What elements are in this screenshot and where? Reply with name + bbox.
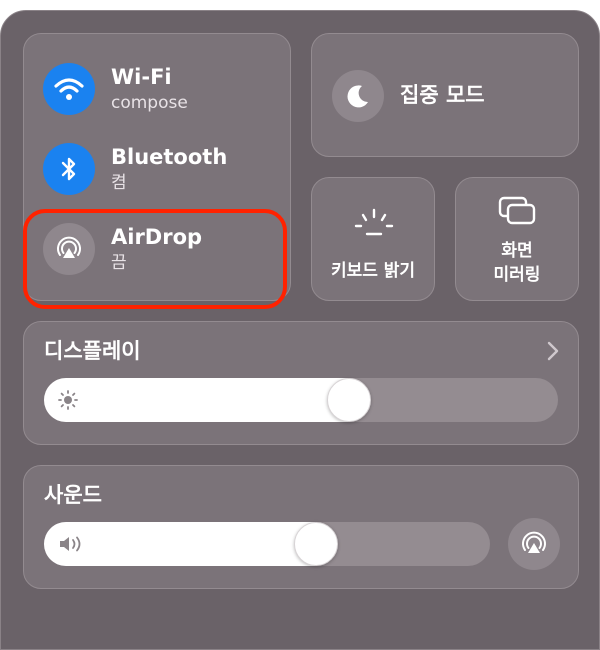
sound-tile: 사운드	[23, 465, 579, 589]
focus-label: 집중 모드	[400, 83, 485, 107]
screen-mirroring-label-2: 미러링	[493, 265, 541, 285]
bluetooth-status: 켬	[111, 173, 127, 193]
volume-slider[interactable]	[44, 522, 490, 566]
moon-icon	[332, 70, 384, 122]
keyboard-brightness-icon	[350, 208, 398, 242]
sound-title: 사운드	[44, 483, 102, 507]
display-brightness-fill	[44, 378, 348, 422]
airplay-audio-icon[interactable]	[508, 518, 560, 570]
screen-mirroring-tile[interactable]: 화면 미러링	[455, 177, 579, 301]
chevron-right-icon[interactable]	[546, 340, 560, 366]
display-brightness-slider[interactable]	[44, 378, 558, 422]
wifi-item[interactable]: Wi-Fi compose	[43, 63, 188, 115]
display-tile: 디스플레이	[23, 321, 579, 445]
bluetooth-title: Bluetooth	[111, 145, 228, 169]
wifi-icon[interactable]	[43, 63, 95, 115]
screen-mirroring-icon	[498, 196, 538, 232]
keyboard-brightness-tile[interactable]: 키보드 밝기	[311, 177, 435, 301]
speaker-icon	[58, 534, 86, 558]
volume-knob[interactable]	[294, 522, 338, 566]
wifi-status: compose	[111, 93, 188, 113]
focus-tile[interactable]: 집중 모드	[311, 33, 579, 157]
wifi-title: Wi-Fi	[111, 65, 172, 89]
bluetooth-item[interactable]: Bluetooth 켬	[43, 143, 227, 195]
bluetooth-icon[interactable]	[43, 143, 95, 195]
screen-mirroring-label-1: 화면	[501, 241, 533, 261]
airdrop-highlight-box	[23, 209, 287, 309]
display-brightness-knob[interactable]	[327, 378, 371, 422]
keyboard-brightness-label: 키보드 밝기	[330, 261, 416, 281]
display-title: 디스플레이	[44, 339, 141, 363]
sun-icon	[58, 390, 78, 414]
control-center-panel: Wi-Fi compose Bluetooth 켬 AirDrop 끔 집중 모…	[0, 10, 600, 650]
